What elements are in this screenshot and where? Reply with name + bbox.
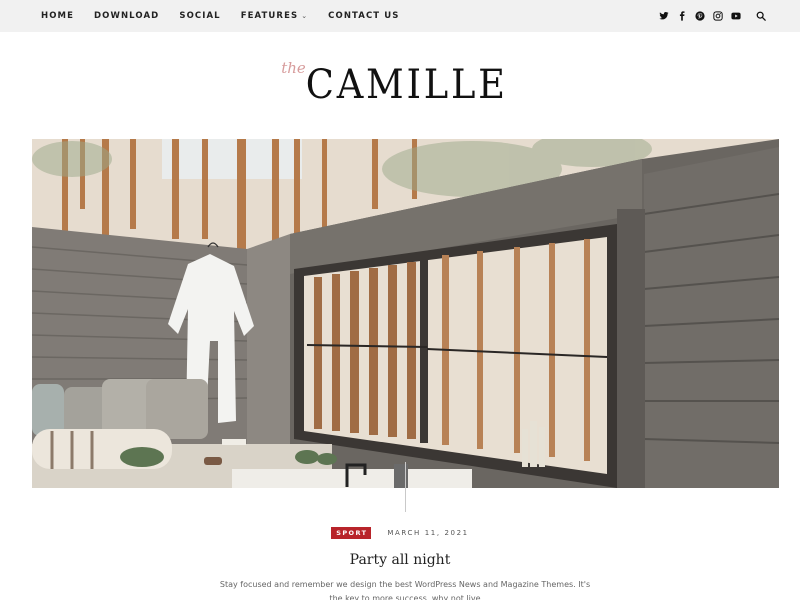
nav-item-features[interactable]: FEATURES ⌄ xyxy=(241,11,308,21)
nav-item-download[interactable]: DOWNLOAD xyxy=(94,11,159,21)
nav-item-label: SOCIAL xyxy=(179,11,221,21)
search-icon[interactable] xyxy=(755,11,766,22)
post-meta: SPORT MARCH 11, 2021 xyxy=(0,527,800,539)
logo-wordmark: the CAMILLE xyxy=(281,59,517,108)
social-links xyxy=(651,0,766,32)
nav-item-label: CONTACT US xyxy=(328,11,400,21)
logo-name: CAMILLE xyxy=(305,62,508,108)
post-title[interactable]: Party all night xyxy=(0,552,800,568)
category-badge[interactable]: SPORT xyxy=(331,527,372,539)
top-bar: HOME DOWNLOAD SOCIAL FEATURES ⌄ CONTACT U… xyxy=(0,0,800,32)
youtube-icon[interactable] xyxy=(730,11,741,22)
logo-prefix: the xyxy=(281,59,306,77)
nav-item-home[interactable]: HOME xyxy=(41,11,74,21)
nav-item-contact-us[interactable]: CONTACT US xyxy=(328,11,399,21)
facebook-icon[interactable] xyxy=(676,11,687,22)
nav-item-label: HOME xyxy=(41,11,75,21)
twitter-icon[interactable] xyxy=(658,11,669,22)
chevron-down-icon: ⌄ xyxy=(301,12,309,20)
nav-item-social[interactable]: SOCIAL xyxy=(179,11,220,21)
instagram-icon[interactable] xyxy=(712,11,723,22)
divider-line xyxy=(405,462,406,512)
nav-item-label: DOWNLOAD xyxy=(94,11,160,21)
post-excerpt: Stay focused and remember we design the … xyxy=(219,580,591,600)
featured-image-illustration xyxy=(32,139,779,488)
nav-item-label: FEATURES xyxy=(240,11,299,21)
post-date: MARCH 11, 2021 xyxy=(387,529,469,537)
featured-image[interactable] xyxy=(32,139,779,488)
site-logo[interactable]: the CAMILLE xyxy=(0,59,800,110)
pinterest-icon[interactable] xyxy=(694,11,705,22)
main-nav: HOME DOWNLOAD SOCIAL FEATURES ⌄ CONTACT U… xyxy=(41,11,420,21)
